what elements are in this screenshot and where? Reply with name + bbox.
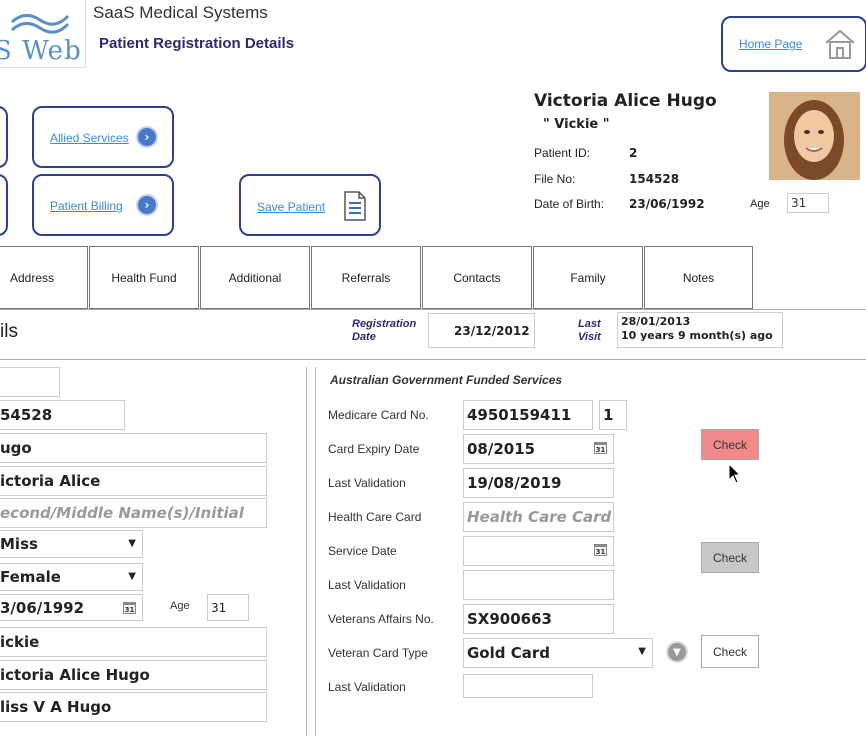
allied-services-button[interactable]: Allied Services › [32,106,174,168]
home-page-link[interactable]: Home Page [739,37,802,51]
medicare-irn-field[interactable]: 1 [599,400,627,430]
app-logo: S Web [0,0,86,68]
service-date-label: Service Date [328,544,397,558]
home-page-button[interactable]: Home Page [721,16,866,72]
calendar-icon[interactable]: 31 [594,544,607,556]
age-field: 31 [207,594,249,621]
tab-contacts[interactable]: Contacts [422,246,532,309]
dob-field[interactable]: 3/06/1992 31 [0,594,143,621]
tab-health-fund[interactable]: Health Fund [89,246,199,309]
card-expiry-field[interactable]: 08/2015 31 [463,434,614,464]
patient-id-value: 2 [629,146,638,160]
patient-nickname: " Vickie " [543,117,610,132]
dob-label: Date of Birth: [534,197,605,211]
medicare-label: Medicare Card No. [328,408,429,422]
medicare-field[interactable]: 4950159411 [463,400,593,430]
registration-date-value: 23/12/2012 [428,313,535,348]
tab-notes[interactable]: Notes [644,246,753,309]
service-date-field[interactable]: 31 [463,536,614,566]
chevron-down-icon: ▼ [128,538,136,549]
save-patient-link[interactable]: Save Patient [257,200,325,214]
tab-family[interactable]: Family [533,246,643,309]
preferred-name-field[interactable]: ickie [0,627,267,657]
gender-select[interactable]: Female ▼ [0,563,143,591]
chevron-down-icon: ▼ [638,646,646,657]
patient-id-label: Patient ID: [534,146,591,160]
tabs-divider [0,309,866,310]
dropdown-circle-icon[interactable]: ▼ [666,641,688,663]
patient-photo [769,92,860,180]
patient-billing-link[interactable]: Patient Billing [50,199,123,213]
veterans-affairs-field[interactable]: SX900663 [463,604,614,634]
nav-button-partial-2[interactable] [0,174,8,236]
last-validation-2-label: Last Validation [328,578,406,592]
last-validation-field[interactable]: 19/08/2019 [463,468,614,498]
last-validation-3-label: Last Validation [328,680,406,694]
card-expiry-label: Card Expiry Date [328,442,420,456]
last-visit-value: 28/01/2013 10 years 9 month(s) ago [617,312,783,348]
health-care-check-button[interactable]: Check [701,542,759,573]
full-name-field[interactable]: ictoria Alice Hugo [0,660,267,690]
home-icon [825,29,855,59]
health-care-card-field[interactable]: Health Care Card [463,502,614,532]
last-visit-label: Last Visit [578,318,601,343]
salutation-field[interactable]: liss V A Hugo [0,692,267,722]
patient-name: Victoria Alice Hugo [534,91,717,111]
last-validation-2-field[interactable] [463,570,614,600]
age-label: Age [750,198,770,210]
arrow-right-icon: › [136,194,158,216]
veterans-affairs-label: Veterans Affairs No. [328,612,434,626]
patient-billing-button[interactable]: Patient Billing › [32,174,174,236]
title-select[interactable]: Miss ▼ [0,530,143,558]
mouse-cursor-icon [728,463,742,484]
calendar-icon[interactable]: 31 [123,602,136,614]
nav-button-partial-1[interactable] [0,106,8,168]
calendar-icon[interactable]: 31 [594,442,607,454]
middle-name-field[interactable]: econd/Middle Name(s)/Initial [0,498,267,528]
section-divider [0,359,866,360]
file-no-field[interactable]: 54528 [0,400,125,430]
medicare-check-button[interactable]: Check [701,429,759,460]
veteran-card-type-label: Veteran Card Type [328,646,428,660]
document-icon [344,191,366,221]
arrow-right-icon: › [136,126,158,148]
surname-field[interactable]: ugo [0,433,267,463]
veteran-check-button[interactable]: Check [701,635,759,668]
file-no-value: 154528 [629,172,680,186]
logo-text: S Web [0,36,82,66]
gov-services-heading: Australian Government Funded Services [330,373,563,387]
section-title: ils [0,321,18,342]
dob-value: 23/06/1992 [629,197,705,211]
first-name-field[interactable]: ictoria Alice [0,466,267,496]
tab-additional[interactable]: Additional [200,246,310,309]
company-name: SaaS Medical Systems [93,3,268,22]
age-label: Age [170,600,190,612]
file-no-label: File No: [534,172,576,186]
top-field[interactable] [0,367,60,397]
registration-date-label: Registration Date [352,318,417,343]
last-validation-3-field[interactable] [463,674,593,698]
age-value: 31 [787,193,829,213]
last-validation-label: Last Validation [328,476,406,490]
save-patient-button[interactable]: Save Patient [239,174,381,236]
veteran-card-type-select[interactable]: Gold Card ▼ [463,638,653,668]
wave-icon [10,14,70,34]
tab-address[interactable]: Address [0,246,88,309]
page-title: Patient Registration Details [99,35,295,52]
allied-services-link[interactable]: Allied Services [50,131,129,145]
tab-referrals[interactable]: Referrals [311,246,421,309]
health-care-card-label: Health Care Card [328,510,422,524]
chevron-down-icon: ▼ [128,571,136,582]
